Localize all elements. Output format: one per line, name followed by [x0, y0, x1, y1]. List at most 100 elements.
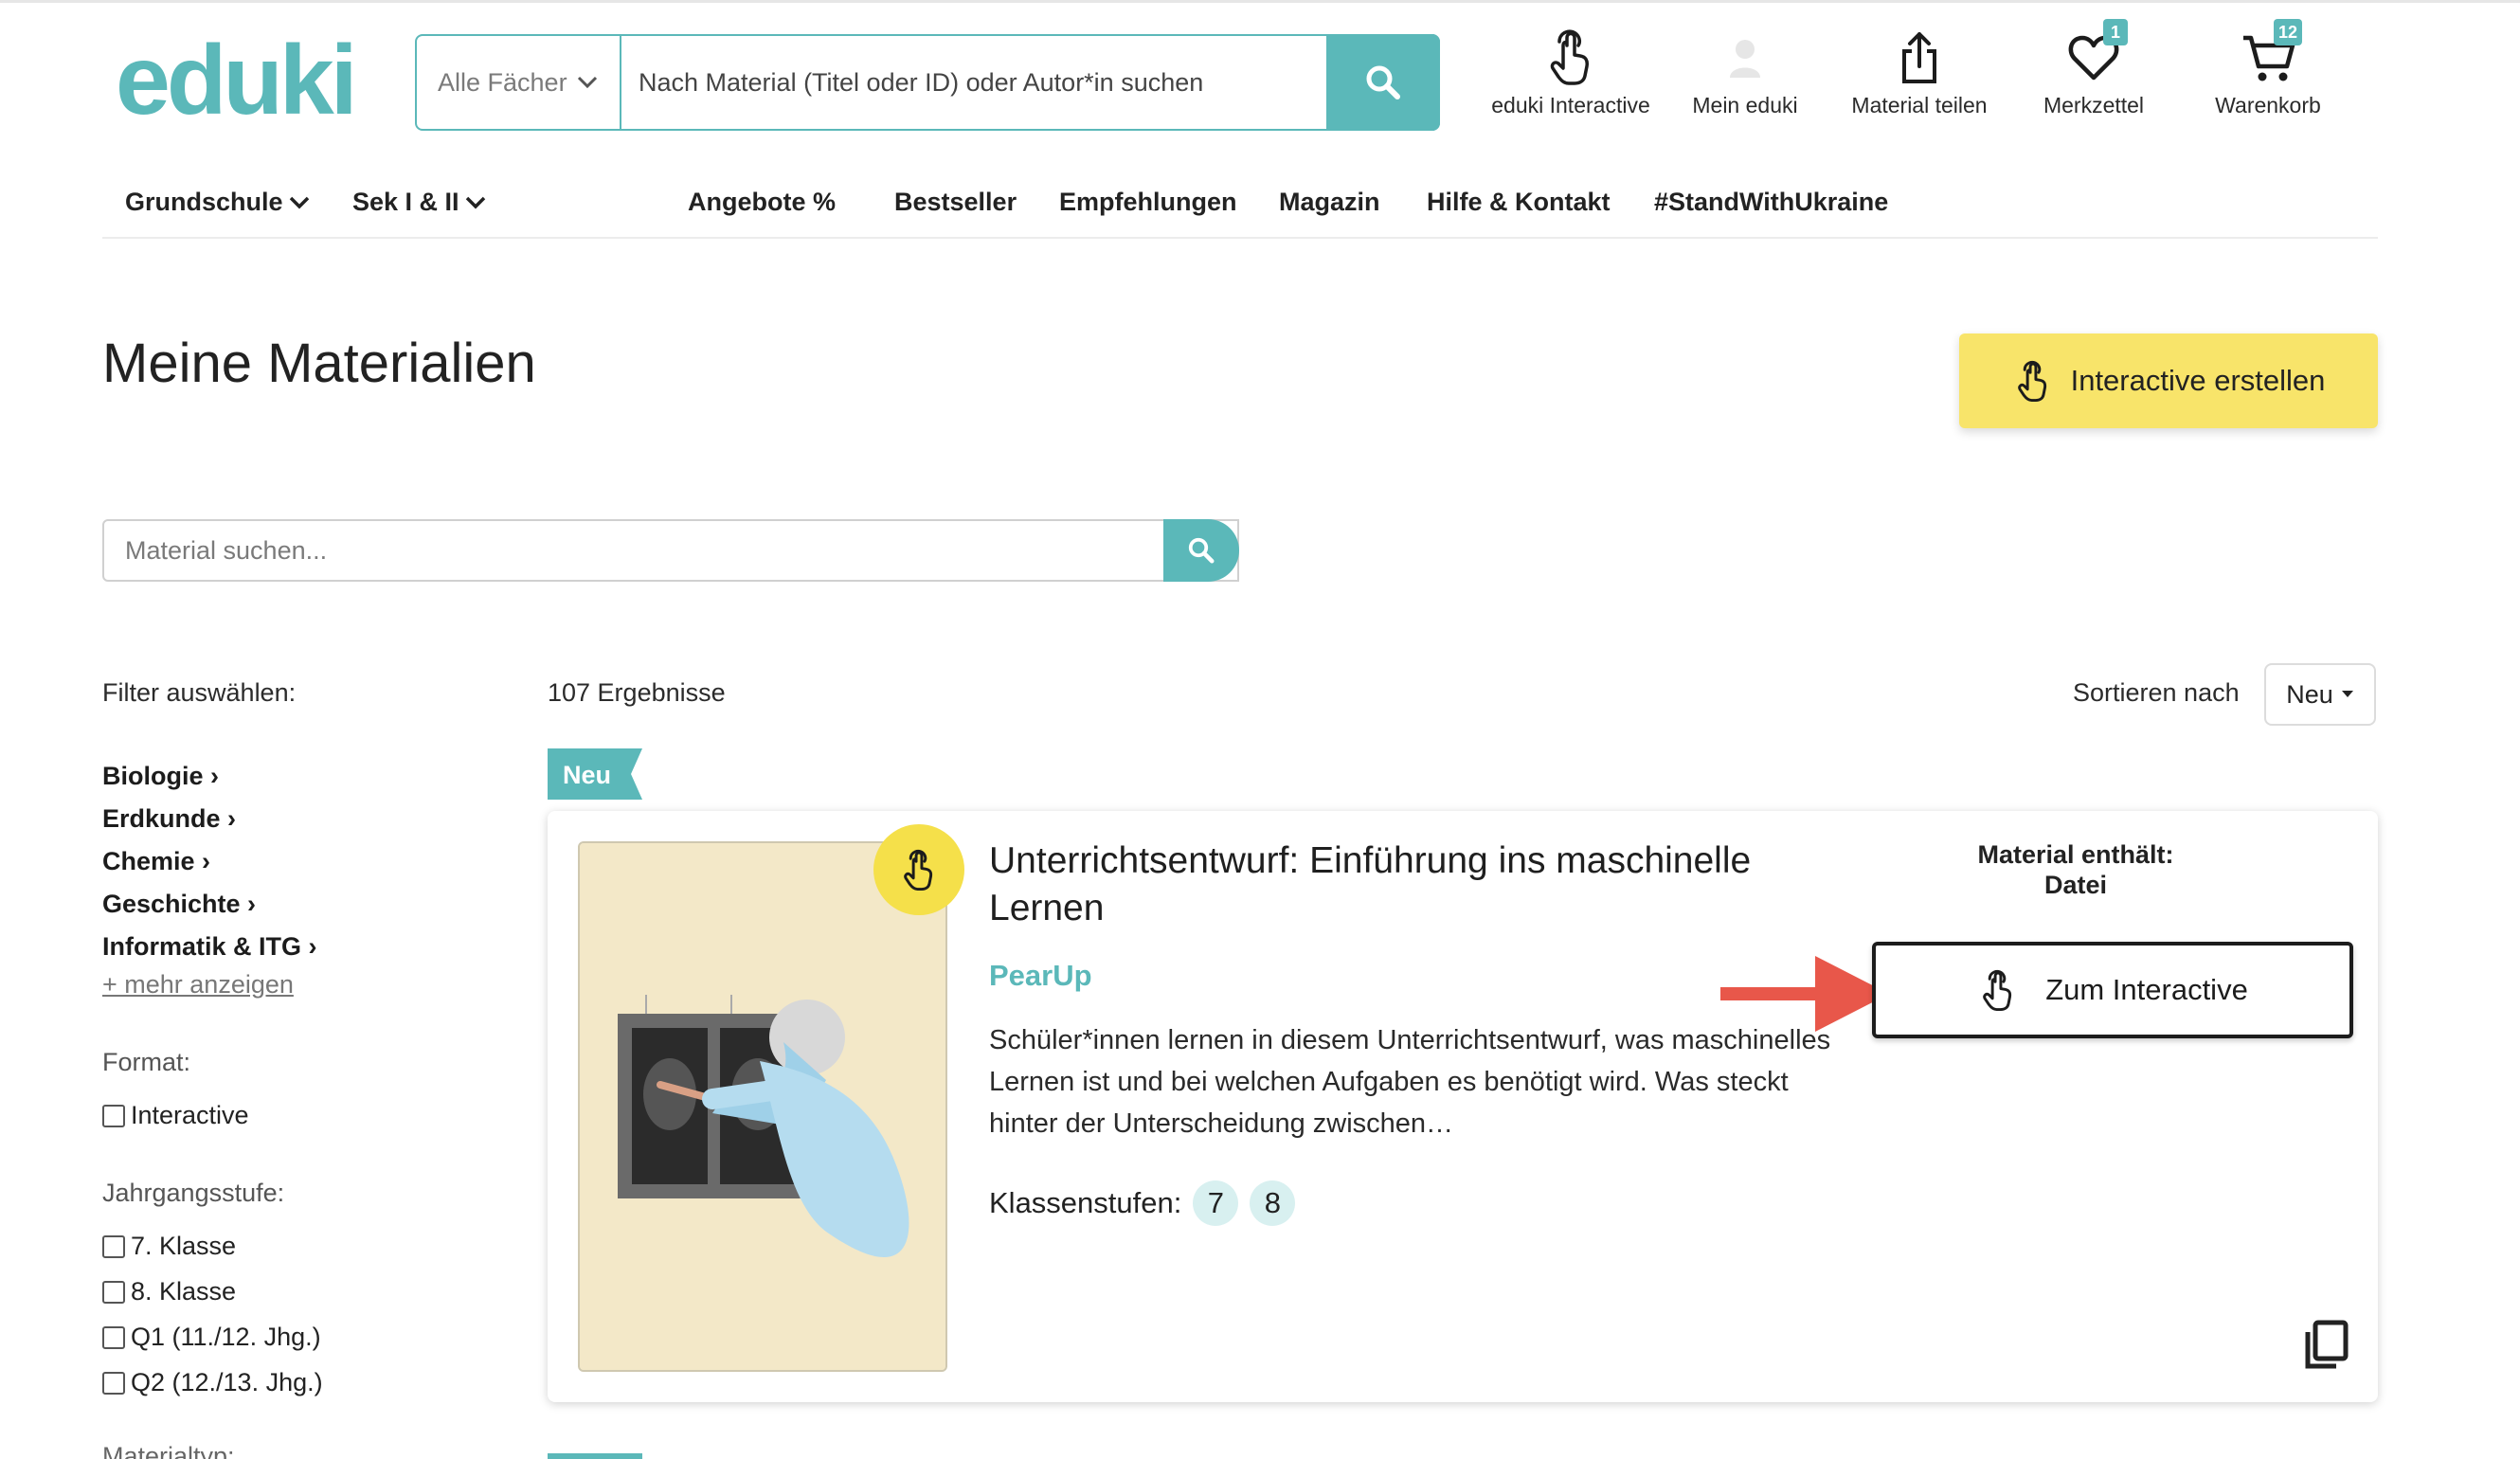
top-border	[0, 0, 2520, 3]
nav-label: Mein eduki	[1692, 93, 1798, 117]
filter-subject-geschichte[interactable]: Geschichte ›	[102, 890, 256, 919]
checkbox[interactable]	[102, 1280, 125, 1304]
next-card-tag	[548, 1453, 642, 1459]
nav-merkzettel[interactable]: 1 Merkzettel	[1999, 19, 2188, 133]
eduki-logo[interactable]: eduki	[116, 30, 371, 135]
checkbox-label: Q2 (12./13. Jhg.)	[131, 1368, 323, 1396]
chevron-down-icon	[577, 76, 597, 89]
caret-down-icon	[2341, 691, 2353, 697]
sort-label: Sortieren nach	[2073, 678, 2240, 707]
heart-icon: 1	[2065, 19, 2128, 85]
chevron-down-icon	[465, 196, 485, 208]
logo-text: eduki	[116, 30, 354, 135]
thumbnail-illustration	[580, 843, 945, 1370]
checkbox[interactable]	[102, 1234, 125, 1258]
checkbox[interactable]	[102, 1104, 125, 1127]
grade-pill: 8	[1250, 1180, 1296, 1226]
checkbox-label: Q1 (11./12. Jhg.)	[131, 1323, 321, 1351]
filter-heading: Filter auswählen:	[102, 678, 297, 707]
nav-label: eduki Interactive	[1491, 93, 1650, 117]
grade-levels-label: Klassenstufen:	[989, 1186, 1182, 1219]
hand-pointer-icon	[904, 849, 933, 891]
material-contains: Material enthält: Datei	[1931, 839, 2221, 900]
search-icon	[1188, 537, 1215, 564]
global-search: Alle Fächer Nach Material (Titel oder ID…	[415, 34, 1440, 131]
menu-standwithukraine[interactable]: #StandWithUkraine	[1654, 188, 1888, 217]
search-icon	[1366, 65, 1400, 99]
cart-count-badge: 12	[2273, 19, 2302, 45]
filter-format-interactive[interactable]: Interactive	[102, 1101, 249, 1130]
nav-material-teilen[interactable]: Material teilen	[1825, 28, 2014, 133]
filter-subject-biologie[interactable]: Biologie ›	[102, 762, 219, 791]
menu-sek[interactable]: Sek I & II	[352, 188, 486, 217]
cart-icon: 12	[2240, 19, 2302, 85]
material-thumbnail[interactable]	[578, 841, 947, 1372]
filter-subject-informatik[interactable]: Informatik & ITG ›	[102, 932, 317, 962]
nav-eduki-interactive[interactable]: eduki Interactive	[1476, 28, 1665, 133]
filter-grade-label: Jahrgangsstufe:	[102, 1179, 285, 1207]
menu-angebote[interactable]: Angebote %	[688, 188, 836, 217]
result-count: 107 Ergebnisse	[548, 678, 726, 707]
material-title[interactable]: Unterrichtsentwurf: Einführung ins masch…	[989, 838, 1842, 932]
menu-grundschule[interactable]: Grundschule	[125, 188, 310, 217]
show-more-link[interactable]: + mehr anzeigen	[102, 970, 294, 1000]
new-tag-label: Neu	[563, 761, 611, 789]
menu-bestseller[interactable]: Bestseller	[894, 188, 1017, 217]
user-icon	[1717, 28, 1773, 85]
new-tag: Neu	[548, 748, 642, 800]
chevron-down-icon	[289, 196, 309, 208]
filter-type-label: Materialtyp:	[102, 1442, 235, 1459]
wishlist-count-badge: 1	[2103, 19, 2128, 45]
nav-mein-eduki[interactable]: Mein eduki	[1650, 28, 1840, 133]
share-upload-icon	[1891, 28, 1948, 85]
annotation-arrow	[1720, 951, 1891, 1036]
hand-pointer-icon	[2017, 360, 2046, 402]
filter-format-label: Format:	[102, 1048, 191, 1076]
menu-magazin[interactable]: Magazin	[1279, 188, 1380, 217]
grade-pill: 7	[1193, 1180, 1239, 1226]
filter-subject-erdkunde[interactable]: Erdkunde ›	[102, 804, 236, 834]
material-author[interactable]: PearUp	[989, 959, 1092, 993]
menu-empfehlungen[interactable]: Empfehlungen	[1059, 188, 1237, 217]
material-contains-label: Material enthält:	[1977, 840, 2174, 869]
menu-hilfe[interactable]: Hilfe & Kontakt	[1427, 188, 1611, 217]
nav-label: Material teilen	[1851, 93, 1988, 117]
main-menu: Grundschule Sek I & II Angebote % Bestse…	[102, 180, 2378, 239]
nav-warenkorb[interactable]: 12 Warenkorb	[2173, 19, 2363, 133]
filter-grade-q2[interactable]: Q2 (12./13. Jhg.)	[102, 1368, 323, 1397]
interactive-badge	[873, 824, 964, 915]
material-search-input[interactable]: Material suchen...	[102, 519, 1239, 582]
nav-label: Merkzettel	[2043, 93, 2145, 117]
global-search-button[interactable]	[1326, 34, 1440, 131]
page-title: Meine Materialien	[102, 333, 536, 394]
filter-grade-q1[interactable]: Q1 (11./12. Jhg.)	[102, 1323, 321, 1352]
sort-select-value: Neu	[2286, 679, 2333, 709]
open-interactive-label: Zum Interactive	[2045, 973, 2248, 1006]
subject-select-label: Alle Fächer	[438, 67, 567, 97]
checkbox-label: 7. Klasse	[131, 1232, 237, 1260]
open-interactive-button[interactable]: Zum Interactive	[1872, 942, 2353, 1038]
material-contains-value: Datei	[2043, 871, 2108, 899]
create-interactive-label: Interactive erstellen	[2070, 364, 2326, 397]
subject-select[interactable]: Alle Fächer	[417, 36, 621, 129]
hand-pointer-icon	[1542, 28, 1599, 85]
sort-select[interactable]: Neu	[2264, 663, 2376, 726]
checkbox[interactable]	[102, 1325, 125, 1349]
material-card[interactable]: Unterrichtsentwurf: Einführung ins masch…	[548, 811, 2378, 1402]
material-description: Schüler*innen lernen in diesem Unterrich…	[989, 1025, 1831, 1139]
nav-label: Warenkorb	[2215, 93, 2321, 117]
create-interactive-button[interactable]: Interactive erstellen	[1959, 333, 2378, 428]
checkbox-label: Interactive	[131, 1101, 249, 1129]
material-search-button[interactable]	[1163, 519, 1239, 582]
menu-label: Sek I & II	[352, 188, 459, 216]
checkbox-label: 8. Klasse	[131, 1277, 237, 1306]
filter-grade-7[interactable]: 7. Klasse	[102, 1232, 236, 1261]
hand-pointer-icon	[1983, 969, 2012, 1011]
filter-grade-8[interactable]: 8. Klasse	[102, 1277, 236, 1306]
grade-levels: Klassenstufen: 7 8	[989, 1180, 1296, 1226]
checkbox[interactable]	[102, 1371, 125, 1395]
menu-label: Grundschule	[125, 188, 283, 216]
copy-icon[interactable]	[2302, 1319, 2349, 1372]
filter-subject-chemie[interactable]: Chemie ›	[102, 847, 210, 876]
global-search-input[interactable]: Nach Material (Titel oder ID) oder Autor…	[639, 36, 1203, 129]
